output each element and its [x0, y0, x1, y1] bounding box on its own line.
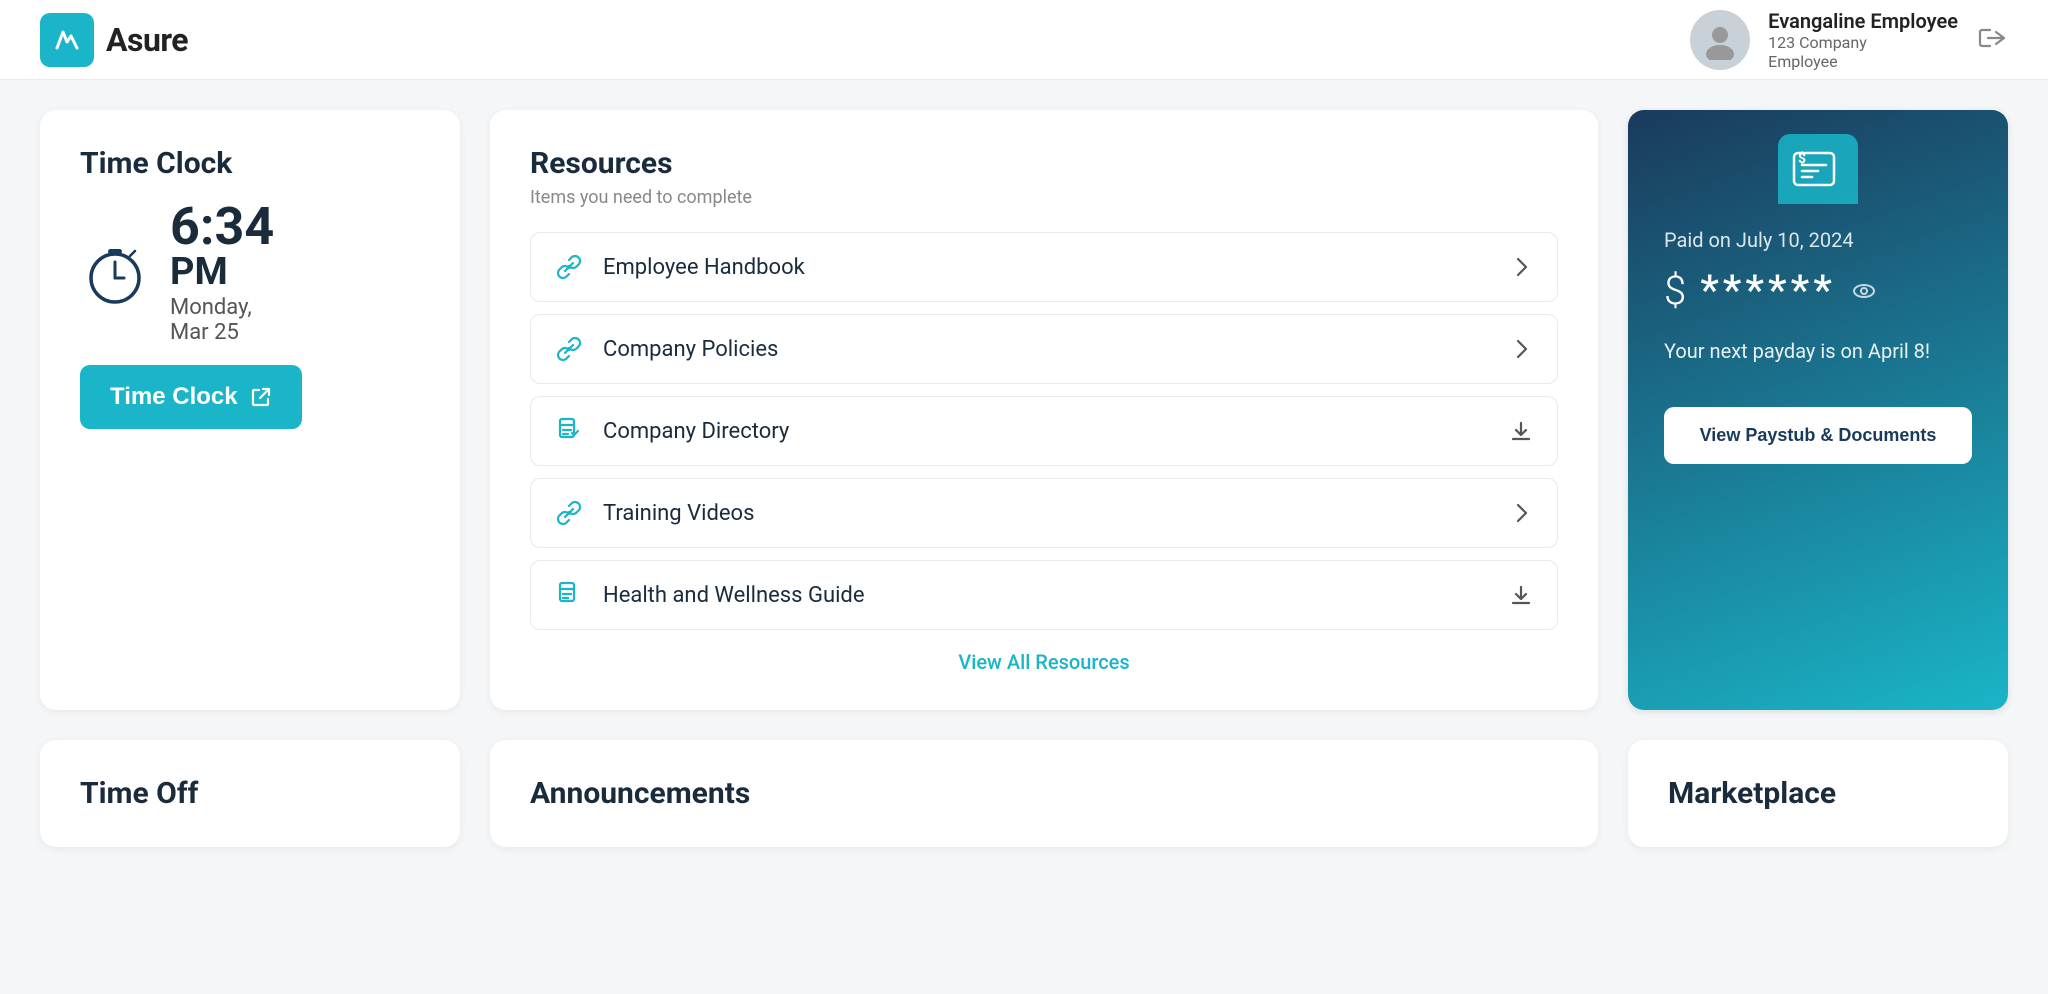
- directory-label: Company Directory: [603, 419, 789, 444]
- wellness-label: Health and Wellness Guide: [603, 583, 865, 608]
- logo-area: Asure: [40, 13, 188, 67]
- chevron-right-icon-3: [1509, 501, 1533, 525]
- amount-masked: ******: [1700, 266, 1836, 315]
- resources-subtitle: Items you need to complete: [530, 187, 1558, 208]
- time-text: 6:34 PM Monday, Mar 25: [170, 201, 274, 345]
- user-role: Employee: [1768, 52, 1958, 71]
- dollar-doc-icon: $: [1792, 149, 1844, 189]
- logo-icon: [40, 13, 94, 67]
- time-off-card: Time Off: [40, 740, 460, 847]
- resources-card: Resources Items you need to complete Emp…: [490, 110, 1598, 710]
- date-text: Monday, Mar 25: [170, 295, 274, 345]
- resource-item-training[interactable]: Training Videos: [530, 478, 1558, 548]
- time-off-title: Time Off: [80, 776, 198, 811]
- link-icon-3: [555, 499, 583, 527]
- training-label: Training Videos: [603, 501, 754, 526]
- document-icon-2: [555, 581, 583, 609]
- handbook-label: Employee Handbook: [603, 255, 805, 280]
- paystub-content: Paid on July 10, 2024 $ ****** Your next…: [1628, 204, 2008, 710]
- amount-row: $ ******: [1664, 266, 1972, 315]
- time-clock-button[interactable]: Time Clock: [80, 365, 302, 429]
- user-name: Evangaline Employee: [1768, 9, 1958, 33]
- link-icon: [555, 253, 583, 281]
- resource-item-wellness[interactable]: Health and Wellness Guide: [530, 560, 1558, 630]
- view-paystub-button[interactable]: View Paystub & Documents: [1664, 407, 1972, 464]
- bottom-row: Time Off Announcements Marketplace: [40, 740, 2008, 847]
- policies-label: Company Policies: [603, 337, 778, 362]
- announcements-title: Announcements: [530, 776, 750, 811]
- download-icon: [1509, 419, 1533, 443]
- main-content: Time Clock 6:34 PM Monday, Mar 25: [0, 80, 2048, 877]
- logout-button[interactable]: [1976, 22, 2008, 58]
- next-payday: Your next payday is on April 8!: [1664, 339, 1972, 363]
- user-area: Evangaline Employee 123 Company Employee: [1690, 9, 2008, 71]
- resource-item-policies[interactable]: Company Policies: [530, 314, 1558, 384]
- paystub-card: $ Paid on July 10, 2024 $ ****** Your ne…: [1628, 110, 2008, 710]
- time-clock-card: Time Clock 6:34 PM Monday, Mar 25: [40, 110, 460, 710]
- avatar: [1690, 10, 1750, 70]
- time-value: 6:34: [170, 201, 274, 253]
- time-period: PM: [170, 253, 274, 291]
- time-display: 6:34 PM Monday, Mar 25: [80, 201, 420, 345]
- external-link-icon: [250, 386, 272, 408]
- document-icon: [555, 417, 583, 445]
- resource-item-directory[interactable]: Company Directory: [530, 396, 1558, 466]
- view-all-resources-link[interactable]: View All Resources: [530, 650, 1558, 674]
- chevron-right-icon-2: [1509, 337, 1533, 361]
- eye-icon[interactable]: [1850, 277, 1878, 305]
- stopwatch-icon: [80, 238, 150, 308]
- svg-text:$: $: [1798, 150, 1806, 167]
- resources-title: Resources: [530, 146, 1558, 181]
- link-icon-2: [555, 335, 583, 363]
- announcements-card: Announcements: [490, 740, 1598, 847]
- top-row: Time Clock 6:34 PM Monday, Mar 25: [40, 110, 2008, 710]
- paystub-icon-box: $: [1778, 134, 1858, 204]
- time-clock-card-title: Time Clock: [80, 146, 420, 181]
- paid-on: Paid on July 10, 2024: [1664, 228, 1972, 252]
- marketplace-card: Marketplace: [1628, 740, 2008, 847]
- resource-item-handbook[interactable]: Employee Handbook: [530, 232, 1558, 302]
- marketplace-title: Marketplace: [1668, 776, 1836, 811]
- header: Asure Evangaline Employee 123 Company Em…: [0, 0, 2048, 80]
- dollar-sign: $: [1664, 267, 1686, 314]
- user-info: Evangaline Employee 123 Company Employee: [1768, 9, 1958, 71]
- chevron-right-icon: [1509, 255, 1533, 279]
- download-icon-2: [1509, 583, 1533, 607]
- paystub-top: $: [1628, 110, 2008, 204]
- user-company: 123 Company: [1768, 33, 1958, 52]
- logo-text: Asure: [106, 21, 188, 59]
